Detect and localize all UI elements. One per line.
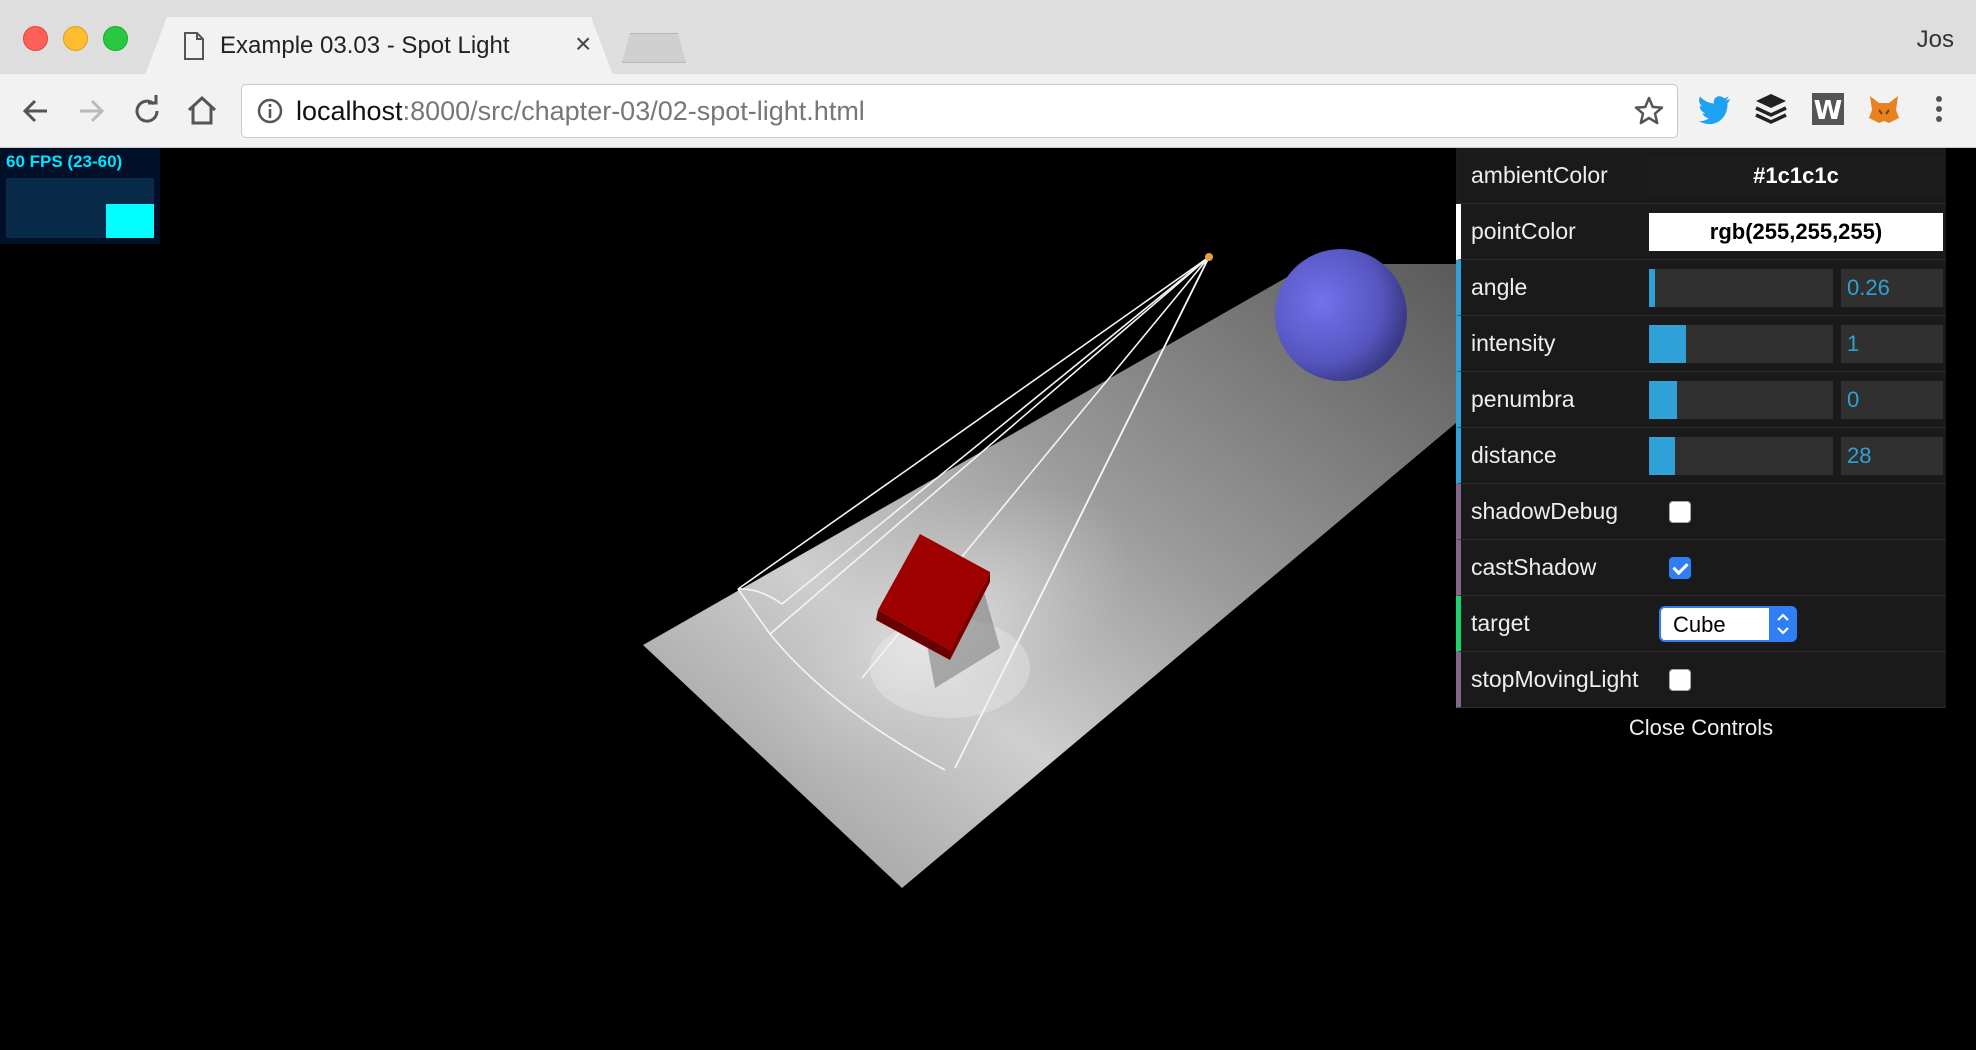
stop-moving-light-checkbox[interactable]: [1669, 669, 1691, 691]
fps-graph: [6, 178, 154, 238]
ambient-color-input[interactable]: #1c1c1c: [1649, 157, 1943, 195]
url-text[interactable]: localhost:8000/src/chapter-03/02-spot-li…: [296, 96, 865, 127]
info-icon[interactable]: [256, 97, 284, 125]
menu-kebab-icon[interactable]: [1920, 90, 1958, 128]
minimize-window-button[interactable]: [63, 26, 88, 51]
shadow-debug-checkbox[interactable]: [1669, 501, 1691, 523]
point-color-row: pointColor rgb(255,255,255): [1456, 204, 1946, 260]
ambient-color-label: ambientColor: [1471, 162, 1608, 188]
distance-slider[interactable]: [1649, 437, 1833, 475]
tab-close-icon[interactable]: ×: [575, 29, 591, 59]
w-extension-icon[interactable]: W: [1809, 90, 1847, 128]
distance-row: distance 28: [1456, 428, 1946, 484]
intensity-slider[interactable]: [1649, 325, 1833, 363]
profile-name[interactable]: Jos: [1917, 26, 1954, 54]
home-icon[interactable]: [183, 92, 221, 130]
layers-extension-icon[interactable]: [1752, 90, 1790, 128]
shadow-debug-label: shadowDebug: [1471, 498, 1619, 524]
close-controls-button[interactable]: Close Controls: [1456, 708, 1946, 748]
angle-slider[interactable]: [1649, 269, 1833, 307]
svg-text:W: W: [1814, 96, 1843, 126]
intensity-input[interactable]: 1: [1841, 325, 1943, 363]
angle-input[interactable]: 0.26: [1841, 269, 1943, 307]
target-select-value: Cube: [1673, 612, 1726, 637]
target-select[interactable]: Cube: [1659, 606, 1797, 642]
point-color-label: pointColor: [1471, 218, 1576, 244]
ambient-color-row: ambientColor #1c1c1c: [1456, 148, 1946, 204]
blue-sphere: [1275, 249, 1407, 381]
fps-stats[interactable]: 60 FPS (23-60): [0, 148, 160, 244]
controls-panel: ambientColor #1c1c1c pointColor rgb(255,…: [1456, 148, 1946, 748]
tab-bar: Example 03.03 - Spot Light × Jos: [0, 0, 1976, 75]
page-icon: [184, 32, 204, 60]
twitter-icon[interactable]: [1696, 90, 1734, 128]
close-window-button[interactable]: [23, 26, 48, 51]
bookmark-star-icon[interactable]: [1633, 95, 1665, 127]
stop-moving-light-label: stopMovingLight: [1471, 666, 1639, 692]
distance-input[interactable]: 28: [1841, 437, 1943, 475]
shadow-debug-row: shadowDebug: [1456, 484, 1946, 540]
intensity-label: intensity: [1471, 330, 1556, 356]
select-arrows-icon: [1769, 606, 1797, 642]
intensity-row: intensity 1: [1456, 316, 1946, 372]
forward-arrow-icon[interactable]: [72, 92, 110, 130]
target-label: target: [1471, 610, 1530, 636]
browser-toolbar: localhost:8000/src/chapter-03/02-spot-li…: [0, 74, 1976, 148]
back-arrow-icon[interactable]: [17, 92, 55, 130]
spot-light-source: [1205, 253, 1213, 261]
address-bar[interactable]: localhost:8000/src/chapter-03/02-spot-li…: [241, 84, 1678, 138]
angle-label: angle: [1471, 274, 1528, 300]
fox-extension-icon[interactable]: [1865, 90, 1903, 128]
distance-label: distance: [1471, 442, 1557, 468]
stop-moving-light-row: stopMovingLight: [1456, 652, 1946, 708]
new-tab-button[interactable]: [622, 33, 686, 63]
reload-icon[interactable]: [128, 92, 166, 130]
penumbra-input[interactable]: 0: [1841, 381, 1943, 419]
penumbra-slider[interactable]: [1649, 381, 1833, 419]
tab-title: Example 03.03 - Spot Light: [220, 32, 510, 59]
angle-row: angle 0.26: [1456, 260, 1946, 316]
tab-active[interactable]: Example 03.03 - Spot Light ×: [145, 17, 613, 75]
zoom-window-button[interactable]: [103, 26, 128, 51]
fps-text: 60 FPS (23-60): [6, 152, 123, 171]
penumbra-row: penumbra 0: [1456, 372, 1946, 428]
point-color-input[interactable]: rgb(255,255,255): [1649, 213, 1943, 251]
webgl-viewport[interactable]: 60 FPS (23-60) ambientColor #1c1c1c poin…: [0, 148, 1976, 1050]
fps-bar: [106, 204, 154, 238]
cast-shadow-label: castShadow: [1471, 554, 1597, 580]
target-row: target Cube: [1456, 596, 1946, 652]
cast-shadow-row: castShadow: [1456, 540, 1946, 596]
penumbra-label: penumbra: [1471, 386, 1575, 412]
cast-shadow-checkbox[interactable]: [1669, 557, 1691, 579]
